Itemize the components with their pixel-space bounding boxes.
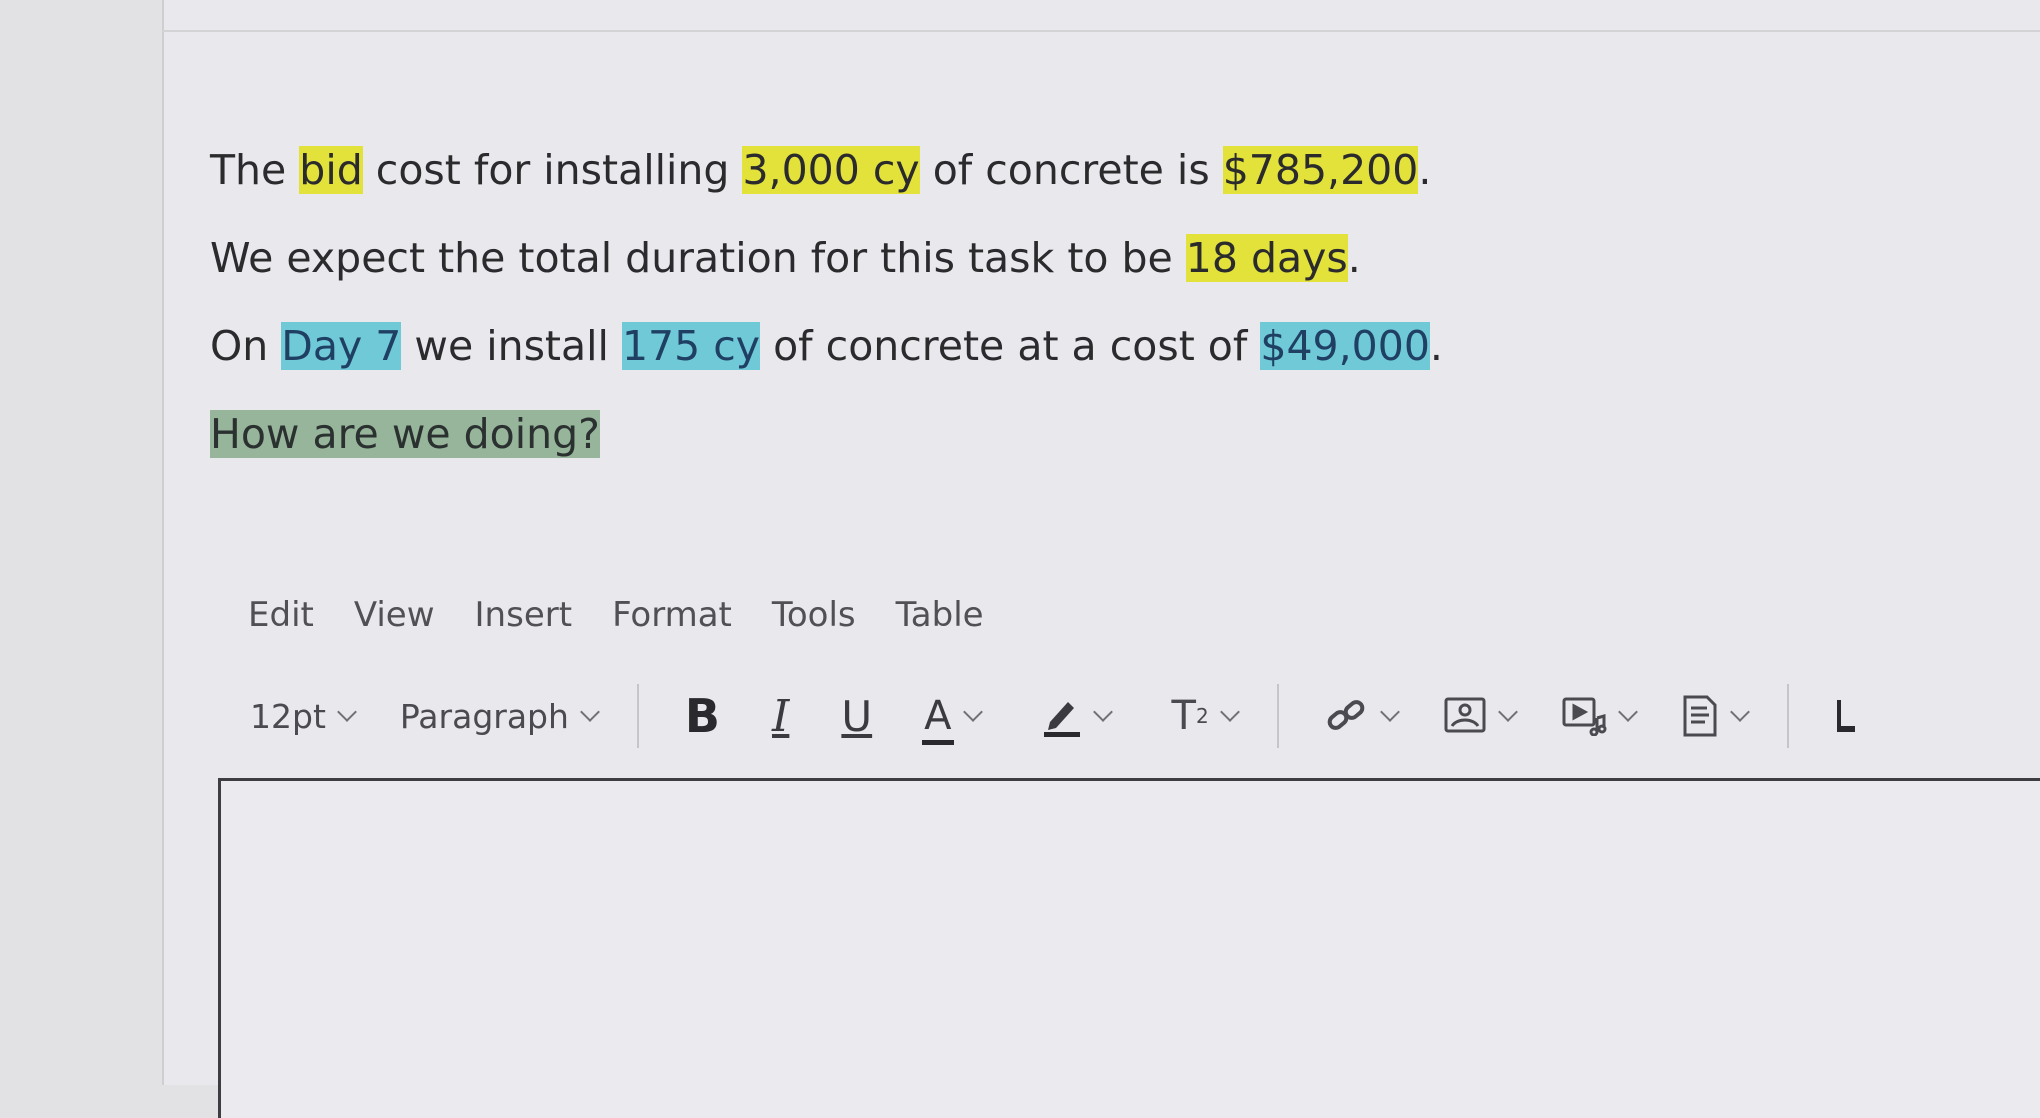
menu-format[interactable]: Format (612, 595, 732, 635)
superscript-button[interactable]: T2 (1171, 693, 1240, 739)
bold-icon: B (684, 689, 720, 743)
toolbar-divider (1276, 684, 1279, 748)
menu-edit[interactable]: Edit (248, 595, 314, 635)
menu-insert[interactable]: Insert (475, 595, 573, 635)
highlight-actual-cost: $49,000 (1260, 322, 1430, 370)
text-color-icon: A (922, 693, 954, 745)
text-segment: . (1418, 146, 1432, 194)
chevron-down-icon (1497, 701, 1518, 722)
document-icon (1681, 694, 1719, 738)
editor-menubar: Edit View Insert Format Tools Table (248, 595, 1024, 635)
insert-document-button[interactable] (1681, 694, 1750, 738)
text-segment: of concrete at a cost of (760, 322, 1261, 370)
chevron-down-icon (962, 701, 983, 722)
editor-toolbar: 12pt Paragraph B I U A T2 (250, 684, 1857, 748)
highlight-quantity: 3,000 cy (742, 146, 920, 194)
text-segment: . (1429, 322, 1443, 370)
pencil-highlight-icon (1042, 694, 1082, 738)
underline-button[interactable]: U (841, 692, 872, 741)
media-icon (1561, 696, 1607, 736)
menu-view[interactable]: View (354, 595, 435, 635)
bold-button[interactable]: B (685, 689, 720, 743)
menu-tools[interactable]: Tools (772, 595, 856, 635)
image-icon (1443, 696, 1487, 736)
highlight-day: Day 7 (281, 322, 402, 370)
text-segment: cost for installing (362, 146, 743, 194)
block-format-value: Paragraph (399, 696, 569, 736)
insert-image-button[interactable] (1443, 696, 1518, 736)
chevron-down-icon (1617, 701, 1638, 722)
question-line-1: The bid cost for installing 3,000 cy of … (210, 140, 1443, 228)
chevron-down-icon (1219, 701, 1240, 722)
italic-button[interactable]: I (772, 691, 789, 742)
toolbar-divider (1786, 684, 1789, 748)
text-segment: On (210, 322, 282, 370)
highlight-cost: $785,200 (1222, 146, 1419, 194)
highlight-question: How are we doing? (210, 410, 600, 458)
editor-content-area[interactable] (218, 778, 2040, 1118)
highlight-color-button[interactable] (1042, 694, 1113, 738)
superscript-exponent: 2 (1195, 704, 1209, 728)
menu-table[interactable]: Table (896, 595, 984, 635)
question-text: The bid cost for installing 3,000 cy of … (210, 140, 1443, 492)
text-color-button[interactable]: A (922, 693, 983, 745)
block-format-dropdown[interactable]: Paragraph (399, 696, 600, 736)
font-size-dropdown[interactable]: 12pt (250, 696, 357, 736)
text-segment: we install (401, 322, 622, 370)
link-icon (1325, 694, 1369, 738)
text-segment: of concrete is (919, 146, 1223, 194)
highlight-bid: bid (299, 146, 363, 194)
toolbar-divider (636, 684, 639, 748)
text-segment: The (210, 146, 300, 194)
text-segment: We expect the total duration for this ta… (210, 234, 1186, 282)
highlight-duration: 18 days (1185, 234, 1348, 282)
font-size-value: 12pt (250, 696, 326, 736)
chevron-down-icon (580, 701, 600, 722)
accessibility-button[interactable] (1835, 694, 1857, 738)
chevron-down-icon (336, 701, 357, 722)
top-divider (162, 30, 2040, 32)
question-line-2: We expect the total duration for this ta… (210, 228, 1443, 316)
italic-icon: I (771, 690, 790, 742)
question-line-3: On Day 7 we install 175 cy of concrete a… (210, 316, 1443, 404)
insert-link-button[interactable] (1325, 694, 1400, 738)
underline-icon: U (841, 691, 873, 741)
question-line-4: How are we doing? (210, 404, 1443, 492)
insert-media-button[interactable] (1561, 696, 1638, 736)
highlight-installed-quantity: 175 cy (621, 322, 761, 370)
chevron-down-icon (1092, 701, 1113, 722)
text-segment: . (1347, 234, 1361, 282)
superscript-icon: T (1171, 693, 1196, 739)
accessibility-icon (1835, 694, 1857, 738)
chevron-down-icon (1729, 701, 1750, 722)
chevron-down-icon (1379, 701, 1400, 722)
